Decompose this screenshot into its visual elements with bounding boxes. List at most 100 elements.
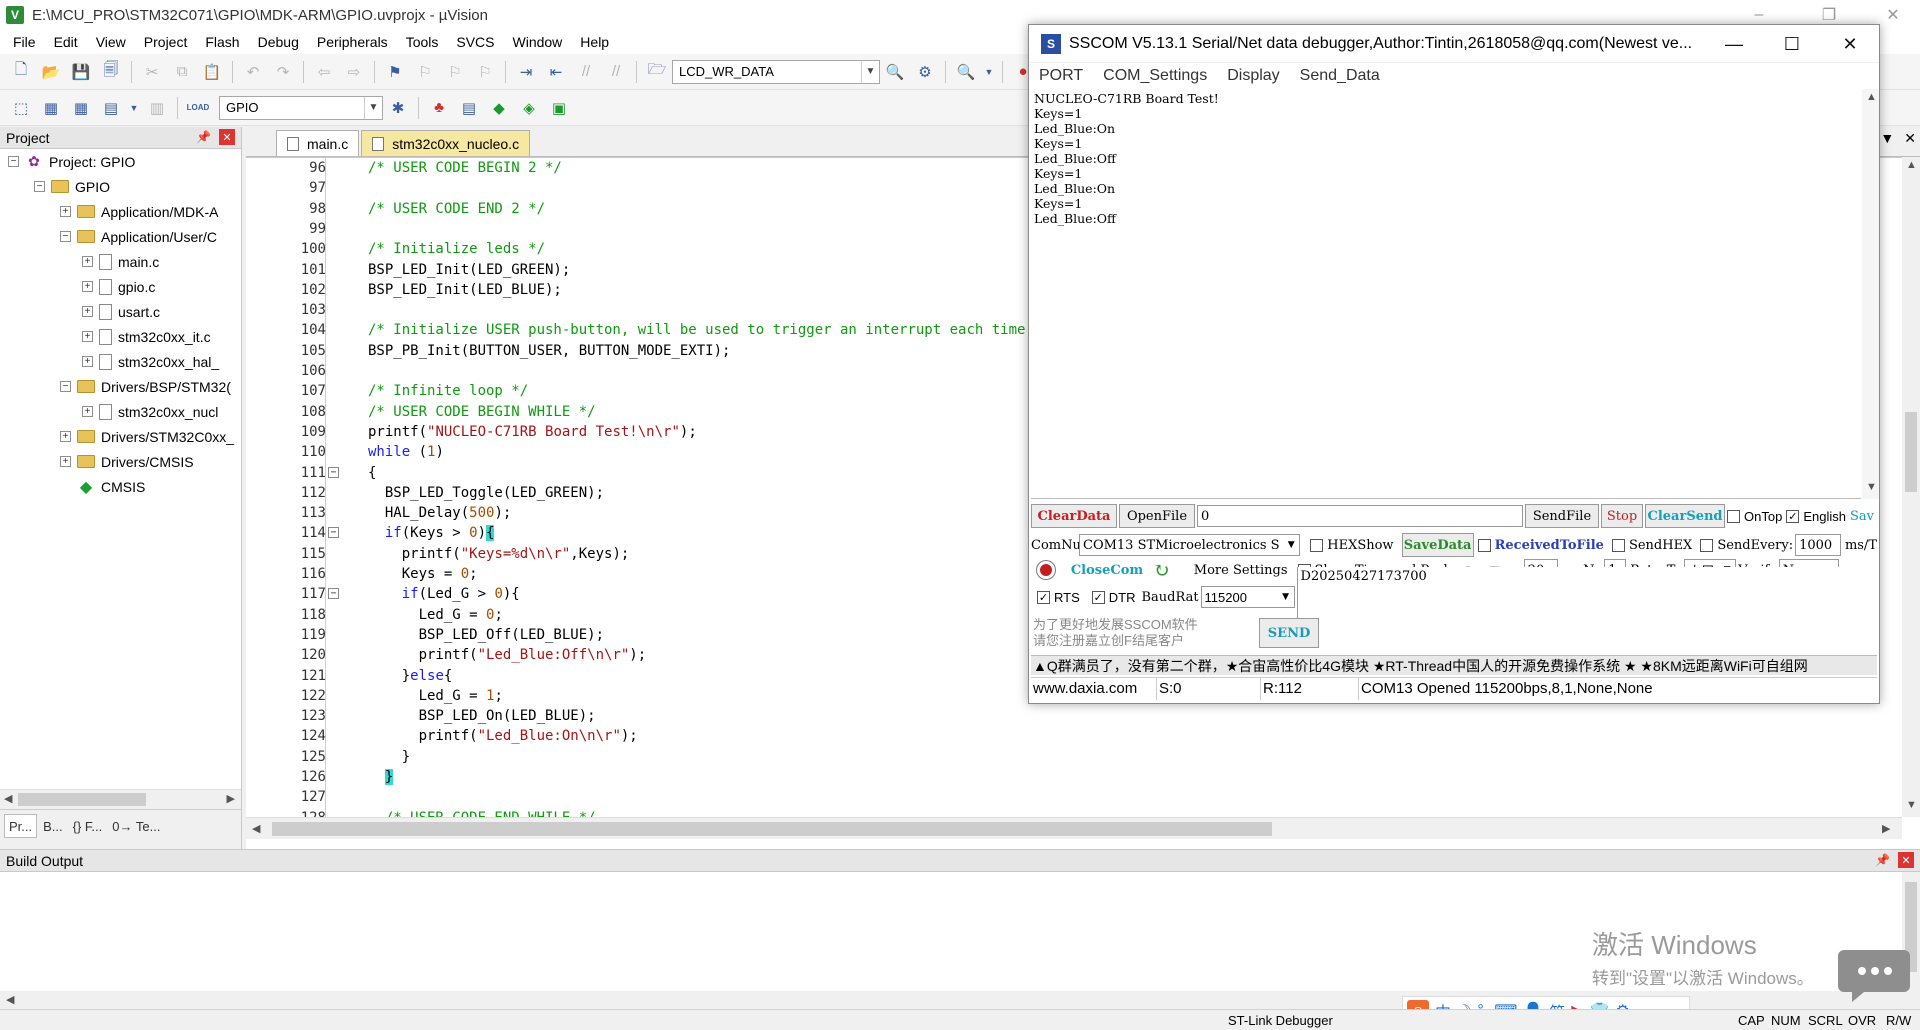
ontop-checkbox[interactable] bbox=[1727, 509, 1740, 523]
code-line[interactable]: 128 /* USER CODE END WHILE */ bbox=[246, 808, 1902, 817]
scroll-left-icon[interactable]: ◀ bbox=[4, 792, 12, 805]
received-to-file-checkbox[interactable] bbox=[1477, 538, 1491, 552]
copy-icon[interactable]: ⧉ bbox=[170, 60, 194, 84]
project-tab[interactable]: Pr... bbox=[4, 814, 38, 838]
send-every-checkbox[interactable] bbox=[1700, 538, 1714, 552]
comment-icon[interactable]: // bbox=[574, 60, 598, 84]
tree-item[interactable]: + Application/MDK-A bbox=[0, 199, 241, 224]
clear-data-button[interactable]: ClearData bbox=[1031, 504, 1117, 528]
send-file-button[interactable]: SendFile bbox=[1525, 504, 1599, 528]
send-interval-input[interactable]: 1000 bbox=[1795, 534, 1841, 556]
scroll-left-icon[interactable]: ◀ bbox=[252, 822, 260, 835]
chevron-down-icon[interactable]: ▼ bbox=[1880, 130, 1894, 147]
save-icon[interactable]: 💾 bbox=[69, 60, 93, 84]
uncomment-icon[interactable]: // bbox=[604, 60, 628, 84]
open-file-icon[interactable]: 📂 bbox=[39, 60, 63, 84]
bookmark-icon[interactable]: ⚑ bbox=[383, 60, 407, 84]
expand-icon[interactable]: + bbox=[82, 306, 93, 317]
fold-collapse-icon[interactable]: − bbox=[328, 466, 339, 478]
tree-item[interactable]: + gpio.c bbox=[0, 274, 241, 299]
manage-project-items-icon[interactable]: ♣ bbox=[427, 96, 451, 120]
chevron-down-icon[interactable]: ▼ bbox=[129, 96, 139, 120]
website-link[interactable]: www.daxia.com bbox=[1031, 677, 1157, 700]
tab-main-c[interactable]: main.c bbox=[276, 130, 360, 156]
find-icon[interactable]: 🔍 bbox=[883, 60, 907, 84]
cut-icon[interactable]: ✂ bbox=[140, 60, 164, 84]
menu-flash[interactable]: Flash bbox=[196, 30, 248, 54]
new-file-icon[interactable]: 🗋 bbox=[9, 60, 33, 84]
close-icon[interactable]: ✕ bbox=[1898, 852, 1914, 868]
tree-item[interactable]: + stm32c0xx_nucl bbox=[0, 399, 241, 424]
batch-build-icon[interactable]: ▤ bbox=[99, 96, 123, 120]
scroll-down-icon[interactable]: ▼ bbox=[1866, 481, 1877, 493]
target-options-icon[interactable]: ✱ bbox=[386, 96, 410, 120]
translate-icon[interactable]: ⬚ bbox=[9, 96, 33, 120]
pin-icon[interactable]: 📌 bbox=[1875, 853, 1890, 867]
start-debug-icon[interactable]: 🔍 bbox=[954, 60, 978, 84]
refresh-icon[interactable]: ↻ bbox=[1153, 558, 1170, 582]
send-hex-checkbox[interactable] bbox=[1611, 538, 1625, 552]
tree-item[interactable]: + usart.c bbox=[0, 299, 241, 324]
scroll-down-icon[interactable]: ▼ bbox=[1906, 799, 1917, 811]
file-path-input[interactable]: 0 bbox=[1197, 505, 1523, 527]
collapse-icon[interactable]: − bbox=[8, 156, 19, 167]
tree-item[interactable]: − Drivers/BSP/STM32( bbox=[0, 374, 241, 399]
chevron-down-icon[interactable]: ▼ bbox=[1283, 535, 1300, 555]
undo-icon[interactable]: ↶ bbox=[241, 60, 265, 84]
scroll-right-icon[interactable]: ▶ bbox=[227, 792, 235, 805]
menu-com-settings[interactable]: COM_Settings bbox=[1103, 67, 1217, 85]
save-params-label[interactable]: Sav bbox=[1850, 509, 1874, 524]
next-bookmark-icon[interactable]: ⚐ bbox=[443, 60, 467, 84]
menu-send-data[interactable]: Send_Data bbox=[1300, 67, 1390, 85]
tab-stm32c0xx-nucleo-c[interactable]: stm32c0xx_nucleo.c bbox=[361, 130, 531, 156]
code-line[interactable]: 125 } bbox=[246, 747, 1902, 767]
menu-display[interactable]: Display bbox=[1227, 67, 1289, 85]
com-port-select[interactable]: COM13 STMicroelectronics S ▼ bbox=[1079, 534, 1301, 556]
clear-bookmarks-icon[interactable]: ⚐ bbox=[473, 60, 497, 84]
scroll-up-icon[interactable]: ▲ bbox=[1866, 91, 1877, 103]
collapse-icon[interactable]: − bbox=[34, 181, 45, 192]
manage-runtime-icon[interactable]: ▤ bbox=[457, 96, 481, 120]
more-settings-link[interactable]: More Settings bbox=[1194, 563, 1288, 578]
expand-icon[interactable]: + bbox=[82, 356, 93, 367]
close-icon[interactable]: ✕ bbox=[1904, 130, 1916, 147]
select-packs-icon[interactable]: ◆ bbox=[487, 96, 511, 120]
menu-help[interactable]: Help bbox=[571, 30, 618, 54]
unindent-icon[interactable]: ⇤ bbox=[544, 60, 568, 84]
redo-icon[interactable]: ↷ bbox=[271, 60, 295, 84]
project-tab[interactable]: 0→ Te... bbox=[108, 814, 164, 838]
rts-checkbox[interactable]: ✓ bbox=[1037, 590, 1050, 604]
menu-peripherals[interactable]: Peripherals bbox=[308, 30, 397, 54]
tree-item[interactable]: + stm32c0xx_it.c bbox=[0, 324, 241, 349]
menu-window[interactable]: Window bbox=[504, 30, 572, 54]
project-tab[interactable]: {} F... bbox=[69, 814, 107, 838]
scroll-thumb[interactable] bbox=[272, 822, 1272, 836]
expand-icon[interactable]: + bbox=[82, 256, 93, 267]
expand-icon[interactable] bbox=[60, 481, 71, 492]
tree-item[interactable]: + Drivers/STM32C0xx_ bbox=[0, 424, 241, 449]
menu-edit[interactable]: Edit bbox=[45, 30, 87, 54]
tree-item[interactable]: − ✿ Project: GPIO bbox=[0, 149, 241, 174]
save-all-icon[interactable]: 🗐 bbox=[99, 60, 123, 84]
nav-back-icon[interactable]: ⇦ bbox=[312, 60, 336, 84]
expand-icon[interactable]: + bbox=[82, 331, 93, 342]
close-button[interactable]: ✕ bbox=[1821, 25, 1879, 63]
menu-tools[interactable]: Tools bbox=[397, 30, 448, 54]
stop-button[interactable]: Stop bbox=[1601, 504, 1643, 528]
dtr-checkbox[interactable]: ✓ bbox=[1091, 590, 1105, 604]
tree-item[interactable]: + main.c bbox=[0, 249, 241, 274]
scroll-right-icon[interactable]: ▶ bbox=[1882, 822, 1890, 835]
scroll-up-icon[interactable]: ▲ bbox=[1906, 159, 1917, 171]
english-checkbox[interactable]: ✓ bbox=[1786, 509, 1800, 523]
expand-icon[interactable]: + bbox=[60, 456, 71, 467]
close-icon[interactable]: ✕ bbox=[219, 129, 235, 145]
scroll-thumb[interactable] bbox=[18, 793, 146, 806]
code-line[interactable]: 124 printf("Led_Blue:On\n\r"); bbox=[246, 726, 1902, 746]
prev-bookmark-icon[interactable]: ⚐ bbox=[413, 60, 437, 84]
menu-svcs[interactable]: SVCS bbox=[447, 30, 503, 54]
editor-vertical-scrollbar[interactable]: ▲ ▼ bbox=[1902, 157, 1920, 817]
receive-vertical-scrollbar[interactable]: ▲ ▼ bbox=[1862, 89, 1879, 499]
code-line[interactable]: 123 BSP_LED_On(LED_BLUE); bbox=[246, 706, 1902, 726]
expand-icon[interactable]: + bbox=[60, 431, 71, 442]
find-in-files-icon[interactable]: 🗁 bbox=[645, 60, 669, 84]
